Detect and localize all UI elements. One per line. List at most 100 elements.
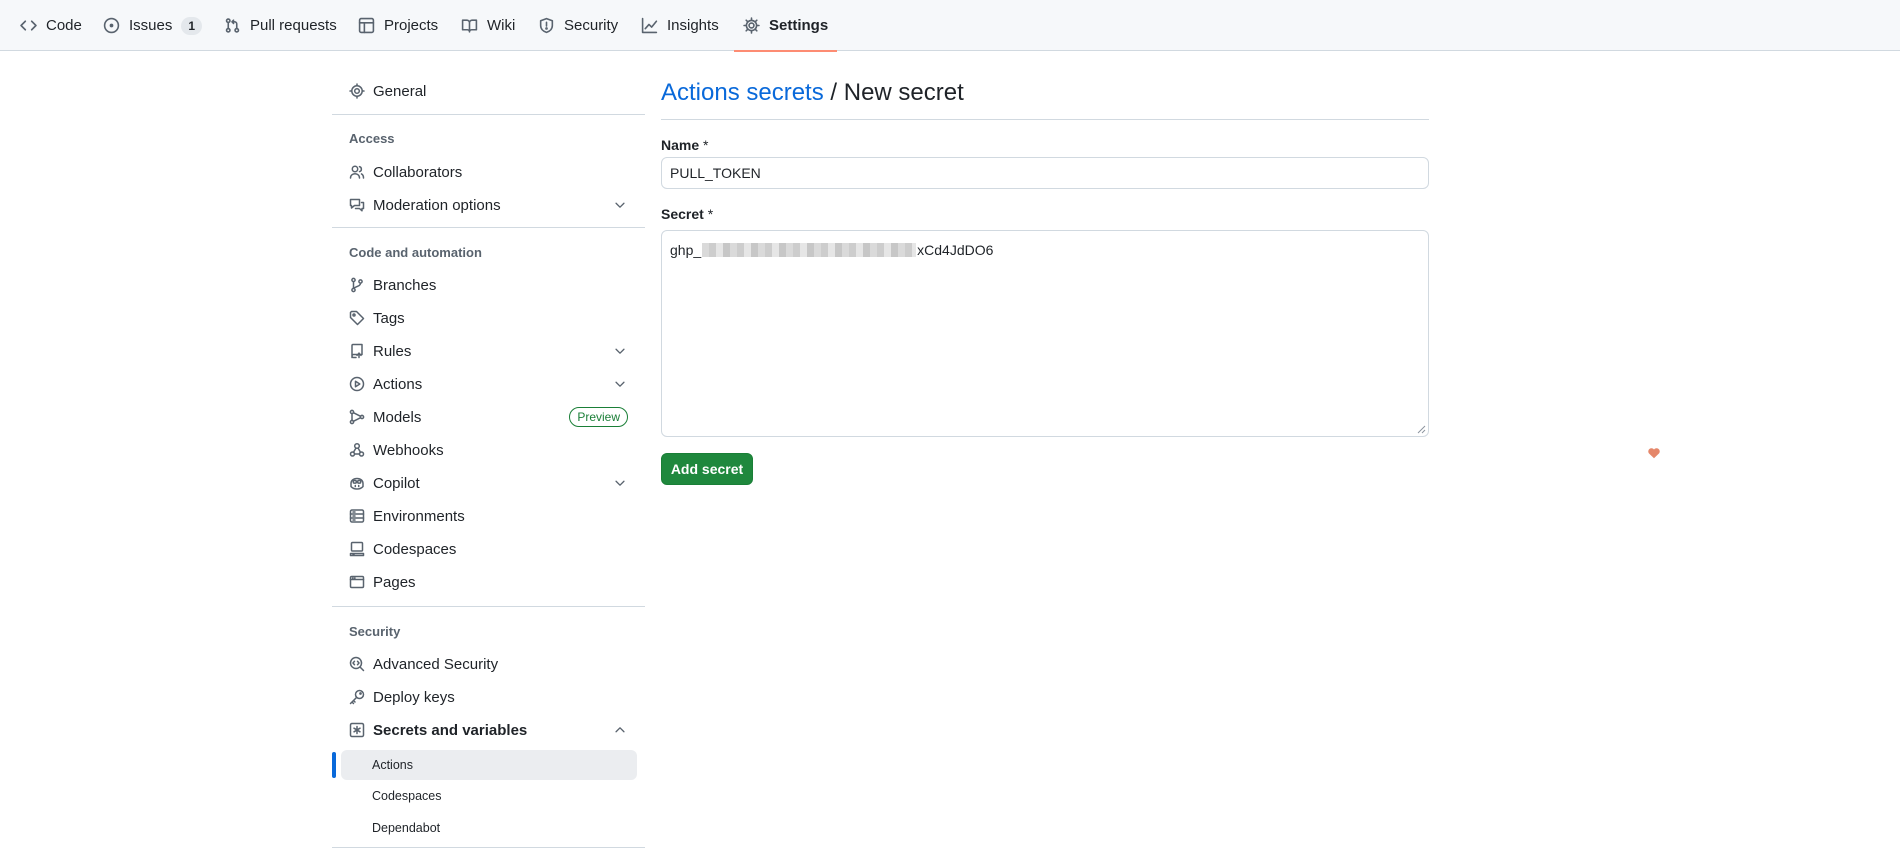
repo-push-icon [351,343,363,359]
tab-pull-requests[interactable]: Pull requests [224,0,337,51]
page-title: Actions secrets / New secret [661,76,1429,110]
chevron-down-icon [615,381,625,387]
tab-insights[interactable]: Insights [641,0,719,51]
breadcrumb-separator: / [823,79,844,106]
sidebar-item-models[interactable]: Models Preview [332,402,645,432]
sidebar-item-label: Codespaces [373,540,457,558]
git-pull-request-icon [225,18,240,33]
sidebar-item-label: Collaborators [373,163,463,181]
sidebar-subitem-label: Codespaces [372,789,442,803]
tab-issues-label: Issues [129,17,173,34]
sidebar-item-label: Models [373,408,422,426]
chevron-up-icon [615,727,625,733]
sidebar-item-label: Copilot [373,474,420,492]
graph-icon [641,17,658,34]
sidebar-item-label: Advanced Security [373,655,499,673]
sidebar-item-label: Pages [373,573,416,591]
breadcrumb-actions-secrets[interactable]: Actions secrets [661,79,824,106]
sidebar-item-label: Secrets and variables [373,721,528,739]
key-icon [349,689,365,705]
chevron-down-icon [615,348,625,354]
sidebar-item-secrets-and-variables[interactable]: Secrets and variables [332,715,645,745]
tab-wiki[interactable]: Wiki [461,0,515,51]
redacted-blur [702,243,917,257]
secret-label-text: Secret [661,206,704,222]
people-icon [349,165,365,179]
sidebar-subitem-label: Actions [372,758,413,772]
sidebar-item-codespaces[interactable]: Codespaces [332,534,645,564]
secret-prefix: ghp_ [670,242,702,258]
sidebar-item-pages[interactable]: Pages [332,567,645,597]
sidebar-item-copilot[interactable]: Copilot [332,468,645,498]
resize-grip-icon[interactable] [1417,425,1426,434]
sidebar-item-label: Moderation options [373,196,501,214]
sidebar-item-tags[interactable]: Tags [332,303,645,333]
tab-settings[interactable]: Settings [733,0,838,52]
sidebar-item-general[interactable]: General [332,76,645,106]
book-icon [461,19,478,33]
comment-discussion-icon [349,198,365,212]
name-label-text: Name [661,137,700,153]
sidebar-divider [332,606,645,607]
tab-security[interactable]: Security [538,0,618,51]
selected-indicator [332,752,336,778]
copilot-icon [350,477,364,490]
sidebar-item-actions[interactable]: Actions [332,369,645,399]
chevron-down-icon [615,480,625,486]
sidebar-item-label: Deploy keys [373,688,455,706]
tab-pull-requests-label: Pull requests [250,17,337,34]
tab-code[interactable]: Code [20,0,82,51]
sidebar-item-moderation[interactable]: Moderation options [332,190,645,220]
sidebar-item-environments[interactable]: Environments [332,501,645,531]
sidebar-item-advanced-security[interactable]: Advanced Security [332,649,645,679]
repo-nav: Code Issues 1 Pull requests Projects Wik… [0,0,1900,52]
name-field[interactable] [661,157,1429,189]
sidebar-item-label: Webhooks [373,441,444,459]
secret-field[interactable]: ghp_ xCd4JdDO6 [661,230,1429,437]
sidebar-divider [332,847,645,848]
sidebar-item-collaborators[interactable]: Collaborators [332,157,645,187]
server-icon [349,509,365,523]
sidebar-divider [332,227,645,228]
secret-suffix: xCd4JdDO6 [917,242,994,258]
tab-settings-label: Settings [769,17,829,34]
tab-insights-label: Insights [667,17,719,34]
sidebar-item-webhooks[interactable]: Webhooks [332,435,645,465]
tab-projects-label: Projects [384,17,439,34]
sidebar-heading-security: Security [349,624,401,639]
sidebar-subitem-codespaces[interactable]: Codespaces [341,781,637,811]
tag-icon [349,310,365,326]
sidebar-item-label: Rules [373,342,412,360]
tab-issues[interactable]: Issues 1 [103,0,203,51]
tab-code-label: Code [46,17,82,34]
sidebar-subitem-actions[interactable]: Actions [341,750,637,780]
sidebar-item-label: Actions [373,375,423,393]
gear-icon [349,83,365,99]
title-divider [661,119,1429,120]
add-secret-button[interactable]: Add secret [661,453,753,485]
sidebar-item-branches[interactable]: Branches [332,270,645,300]
sidebar-item-deploy-keys[interactable]: Deploy keys [332,682,645,712]
codespaces-icon [349,541,365,557]
sidebar-subitem-dependabot[interactable]: Dependabot [341,813,637,843]
key-asterisk-icon [349,722,365,738]
codescan-icon [349,656,365,672]
name-label: Name * [661,137,708,153]
tab-projects[interactable]: Projects [358,0,438,51]
sidebar-heading-automation: Code and automation [349,245,482,260]
sidebar-item-label: General [373,82,427,100]
preview-badge: Preview [569,407,628,427]
tab-wiki-label: Wiki [487,17,516,34]
page-title-text: New secret [843,79,964,106]
sidebar-divider [332,114,645,115]
sidebar-item-rules[interactable]: Rules [332,336,645,366]
gear-icon [743,17,760,34]
sidebar-item-label: Branches [373,276,437,294]
sidebar-item-label: Tags [373,309,405,327]
ai-model-icon [349,409,365,425]
sidebar-subitem-label: Dependabot [372,821,441,835]
sidebar-item-label: Environments [373,507,465,525]
required-marker: * [707,206,714,222]
secret-value: ghp_ xCd4JdDO6 [670,242,1420,258]
secret-label: Secret * [661,206,713,222]
